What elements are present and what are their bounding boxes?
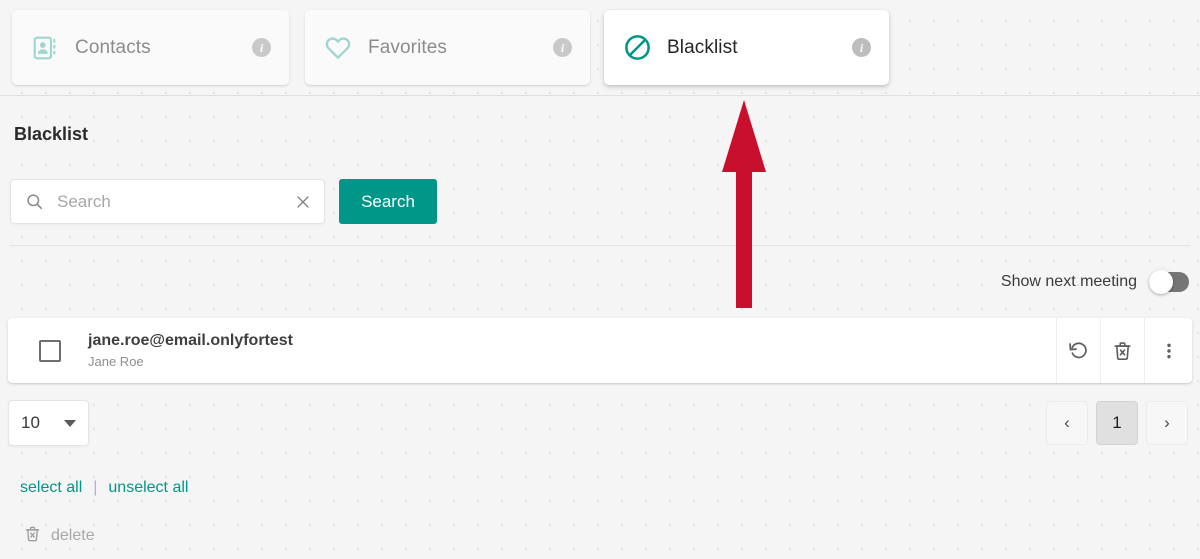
unselect-all-link[interactable]: unselect all [108, 479, 188, 497]
show-next-meeting-label: Show next meeting [1000, 273, 1137, 290]
contact-card-icon [30, 33, 60, 63]
search-field[interactable] [10, 179, 325, 224]
more-vertical-icon[interactable] [1144, 318, 1192, 383]
row-text: jane.roe@email.onlyfortest Jane Roe [88, 331, 293, 371]
info-icon[interactable]: i [852, 38, 871, 57]
restore-icon[interactable] [1056, 318, 1100, 383]
delete-forever-icon[interactable] [1100, 318, 1144, 383]
row-actions [1056, 318, 1192, 383]
tab-favorites-label: Favorites [368, 36, 448, 58]
link-separator: | [93, 479, 98, 496]
heart-icon [323, 33, 353, 63]
bulk-select-links: select all | unselect all [20, 479, 188, 497]
table-row[interactable]: jane.roe@email.onlyfortest Jane Roe [8, 318, 1192, 383]
info-icon[interactable]: i [553, 38, 572, 57]
search-section-divider [10, 245, 1190, 246]
row-name: Jane Roe [88, 353, 144, 369]
tab-bar-divider [0, 95, 1200, 96]
row-checkbox[interactable] [39, 339, 61, 362]
pagination-page-1[interactable]: 1 [1096, 401, 1138, 445]
bulk-delete-button[interactable]: delete [23, 524, 95, 548]
chevron-down-icon [64, 419, 76, 427]
search-icon [25, 192, 45, 212]
info-icon[interactable]: i [252, 38, 271, 57]
tab-favorites[interactable]: Favorites i [305, 10, 590, 85]
search-input[interactable] [57, 191, 286, 212]
page-title: Blacklist [14, 124, 89, 144]
bulk-delete-label: delete [51, 527, 95, 544]
show-next-meeting-toggle[interactable] [1149, 270, 1189, 294]
toggle-knob [1149, 270, 1173, 294]
show-next-meeting-row: Show next meeting [1000, 270, 1189, 294]
page-size-select[interactable]: 10 [8, 400, 89, 446]
row-email: jane.roe@email.onlyfortest [88, 331, 293, 349]
search-row: Search [10, 179, 437, 224]
select-all-link[interactable]: select all [20, 479, 82, 497]
delete-forever-icon [23, 524, 42, 548]
tab-blacklist-label: Blacklist [667, 36, 738, 58]
tab-contacts[interactable]: Contacts i [12, 10, 289, 85]
pagination: ‹ 1 › [1038, 401, 1188, 445]
search-button[interactable]: Search [339, 179, 437, 224]
close-icon[interactable] [294, 193, 312, 211]
tab-blacklist[interactable]: Blacklist i [604, 10, 889, 85]
pagination-next-button[interactable]: › [1146, 401, 1188, 445]
tab-bar: Contacts i Favorites i Blacklist i [0, 0, 1200, 96]
page-size-value: 10 [21, 413, 40, 432]
tab-contacts-label: Contacts [75, 36, 151, 58]
annotation-arrow-up [719, 100, 769, 308]
block-icon [622, 33, 652, 63]
pagination-prev-button[interactable]: ‹ [1046, 401, 1088, 445]
